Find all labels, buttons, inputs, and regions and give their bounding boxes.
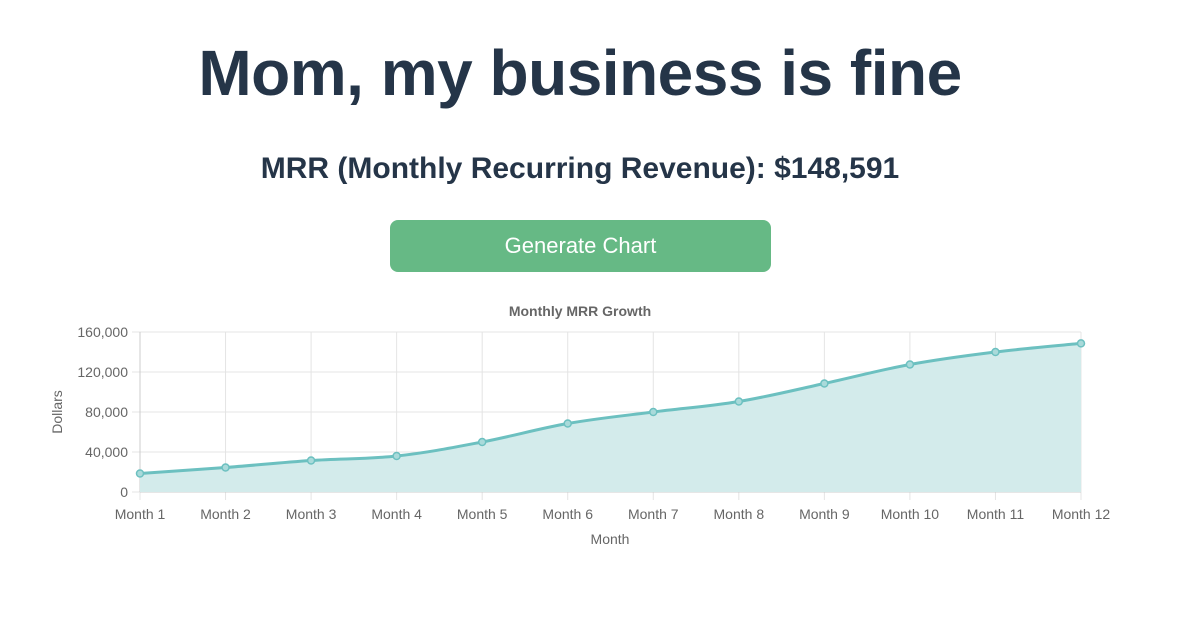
x-tick-label: Month 12 [1052,506,1111,522]
y-tick-label: 120,000 [77,364,128,380]
mrr-chart-svg: Monthly MRR Growth 0 40,000 80,000 120,000 1… [49,303,1111,547]
data-point [905,360,915,369]
data-point [306,456,316,465]
x-tick-label: Month 7 [628,506,679,522]
data-point [734,397,744,406]
chart-title: Monthly MRR Growth [509,303,651,319]
data-point [991,347,1000,357]
y-tick-label: 160,000 [77,324,128,340]
data-point [477,437,487,447]
x-tick-label: Month 4 [371,506,422,522]
x-tick-label: Month 9 [799,506,850,522]
data-point [1076,339,1086,348]
x-axis: Month 1 Month 2 Month 3 Month 4 Month 5 Month… [115,491,1111,522]
x-tick-label: Month 2 [200,506,251,522]
x-tick-label: Month 5 [457,506,508,522]
x-tick-label: Month 10 [881,506,940,522]
mrr-chart: Monthly MRR Growth 0 40,000 80,000 120,000 1… [40,296,1140,556]
y-tick-label: 40,000 [85,444,128,460]
y-axis: 0 40,000 80,000 120,000 160,000 [77,324,141,500]
mrr-summary: MRR (Monthly Recurring Revenue): $148,59… [260,152,900,185]
generate-chart-button[interactable]: Generate Chart [390,220,771,272]
data-point [820,379,829,388]
x-tick-label: Month 1 [115,506,166,522]
x-tick-label: Month 8 [714,506,765,522]
data-point [563,419,572,428]
data-point [649,407,658,417]
x-tick-label: Month 11 [967,506,1025,522]
data-point [392,451,401,461]
y-tick-label: 80,000 [85,404,128,420]
data-point [221,463,230,472]
page-headline: Mom, my business is fine [198,37,962,109]
y-tick-label: 0 [120,484,128,500]
x-tick-label: Month 6 [542,506,593,522]
x-axis-label: Month [591,531,630,547]
data-point [135,469,145,478]
y-axis-label: Dollars [49,390,65,434]
x-tick-label: Month 3 [286,506,337,522]
page: Mom, my business is fine MRR (Monthly Re… [0,0,1200,622]
